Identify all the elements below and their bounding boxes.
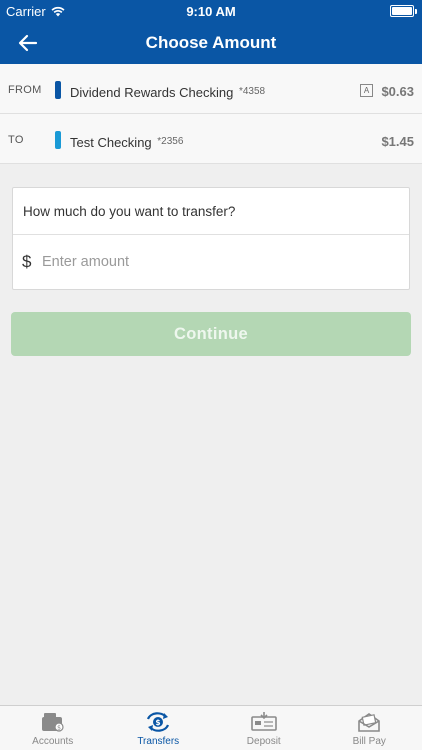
tab-bill-pay-label: Bill Pay	[352, 736, 386, 747]
page-title: Choose Amount	[145, 33, 277, 52]
currency-symbol: $	[22, 252, 32, 271]
svg-text:$: $	[57, 725, 61, 732]
from-account-name: Dividend Rewards Checking *4358	[70, 85, 265, 100]
transfer-icon: $	[147, 712, 170, 732]
divider	[13, 234, 409, 235]
to-account-row[interactable]: TO Test Checking *2356 $1.45	[0, 114, 422, 164]
status-time: 9:10 AM	[186, 4, 236, 19]
to-account-color-marker	[55, 131, 61, 149]
from-account-color-marker	[55, 81, 61, 99]
from-account-balance: $0.63	[381, 84, 414, 99]
to-account-balance: $1.45	[381, 134, 414, 149]
from-account-name-text: Dividend Rewards Checking	[70, 85, 234, 100]
envelope-icon	[358, 713, 381, 732]
navigation-bar: Choose Amount	[0, 22, 422, 64]
accounts-panel: FROM Dividend Rewards Checking *4358 A $…	[0, 64, 422, 164]
amount-input[interactable]	[42, 247, 402, 277]
tab-bar: $ Accounts $ Transfers Deposit Bill Pay	[0, 705, 422, 750]
tab-accounts[interactable]: $ Accounts	[0, 706, 106, 750]
check-deposit-icon	[250, 712, 277, 731]
amount-question: How much do you want to transfer?	[23, 204, 236, 219]
tab-transfers[interactable]: $ Transfers	[106, 706, 212, 750]
from-account-suffix: *4358	[238, 86, 266, 97]
tab-accounts-label: Accounts	[32, 736, 74, 747]
to-label: TO	[8, 134, 24, 146]
amount-card: How much do you want to transfer? $	[12, 187, 410, 290]
battery-icon	[390, 5, 417, 17]
tab-transfers-label: Transfers	[137, 736, 180, 747]
to-account-name-text: Test Checking	[70, 135, 152, 150]
wallet-icon: $	[41, 713, 64, 732]
continue-button[interactable]: Continue	[11, 312, 411, 356]
from-label: FROM	[8, 84, 42, 96]
tab-deposit[interactable]: Deposit	[211, 706, 317, 750]
tab-bill-pay[interactable]: Bill Pay	[317, 706, 422, 750]
to-account-name: Test Checking *2356	[70, 135, 183, 150]
tab-deposit-label: Deposit	[246, 736, 281, 747]
from-account-row[interactable]: FROM Dividend Rewards Checking *4358 A $…	[0, 64, 422, 114]
available-balance-icon: A	[360, 84, 373, 97]
to-account-suffix: *2356	[157, 136, 184, 147]
svg-text:$: $	[156, 718, 161, 727]
status-bar: Carrier 9:10 AM	[0, 0, 422, 22]
